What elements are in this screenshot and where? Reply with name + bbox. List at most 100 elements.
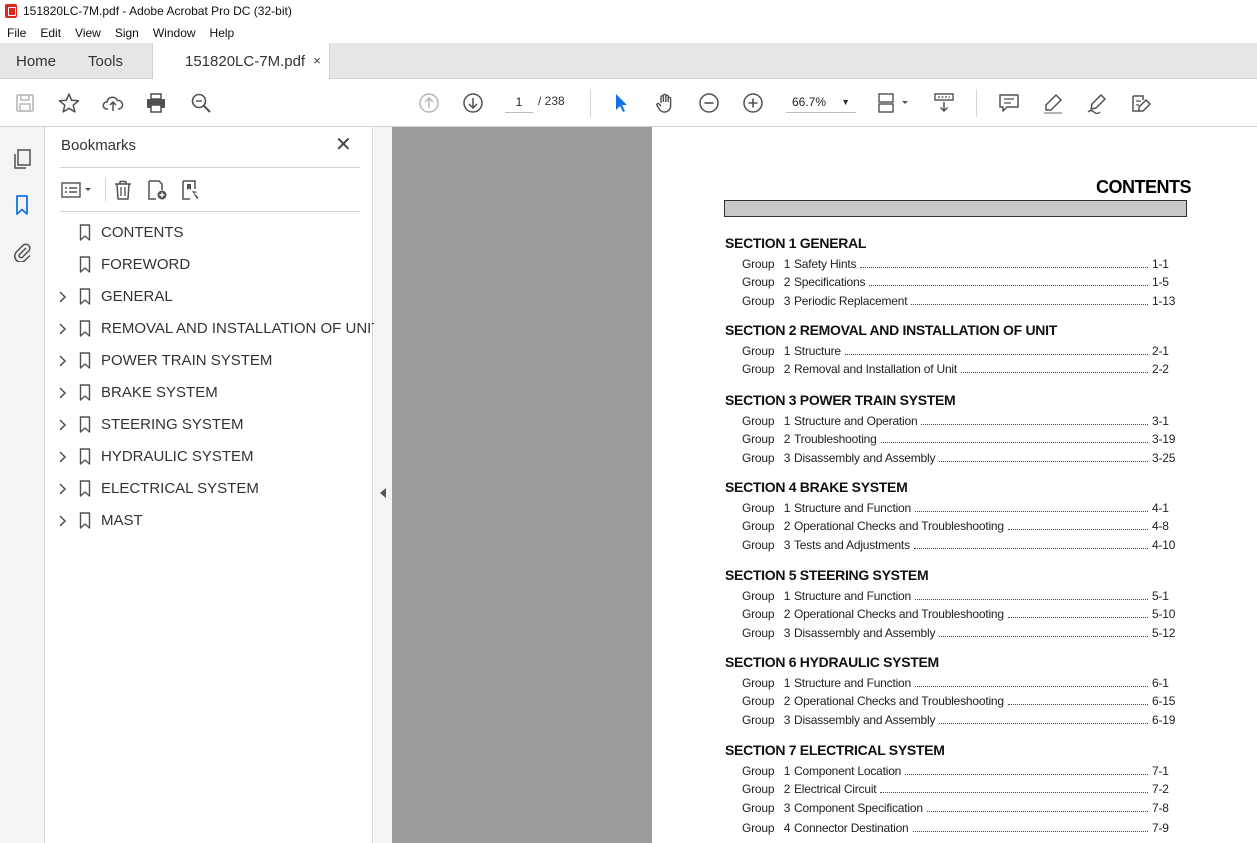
leader-dots — [880, 792, 1148, 794]
edit-pdf-icon[interactable] — [1129, 91, 1153, 115]
bookmark-label: MAST — [101, 512, 143, 529]
chevron-right-icon[interactable] — [58, 481, 68, 497]
bookmark-item[interactable]: POWER TRAIN SYSTEM — [45, 347, 373, 375]
contents-entry[interactable]: Group 3 Component Specification 7-8 — [742, 801, 1182, 815]
leader-dots — [915, 686, 1148, 687]
zoom-in-icon[interactable] — [741, 91, 765, 115]
scroll-mode-icon[interactable] — [932, 91, 956, 115]
group-label: Group 3 — [742, 450, 791, 465]
group-page: 6-19 — [1152, 712, 1176, 727]
zoom-out-icon[interactable] — [697, 91, 721, 115]
group-name: Operational Checks and Troubleshooting — [794, 519, 1004, 534]
menu-help[interactable]: Help — [210, 26, 235, 40]
contents-entry[interactable]: Group 3 Disassembly and Assembly 6-19 — [742, 713, 1182, 727]
page-fit-icon[interactable] — [876, 91, 910, 115]
contents-entry[interactable]: Group 2 Operational Checks and Troublesho… — [742, 607, 1182, 621]
chevron-right-icon[interactable] — [58, 289, 68, 305]
chevron-right-icon[interactable] — [58, 417, 68, 433]
comment-icon[interactable] — [997, 91, 1021, 115]
tab-home[interactable]: Home — [16, 43, 56, 79]
chevron-right-icon[interactable] — [58, 353, 68, 369]
contents-entry[interactable]: Group 1 Structure and Operation 3-1 — [742, 414, 1182, 428]
zoom-level-select[interactable]: 66.7% ▼ — [786, 91, 856, 113]
menu-sign[interactable]: Sign — [115, 26, 139, 40]
hand-icon[interactable] — [653, 91, 677, 115]
group-label: Group 1 — [742, 501, 791, 515]
group-page: 4-1 — [1152, 501, 1169, 515]
page-number-input[interactable]: 1 — [505, 91, 533, 113]
menu-view[interactable]: View — [75, 26, 101, 40]
bookmark-icon — [79, 256, 91, 273]
bookmark-item[interactable]: HYDRAULIC SYSTEM — [45, 443, 373, 471]
contents-entry[interactable]: Group 3 Disassembly and Assembly 3-25 — [742, 451, 1182, 465]
find-bookmark-icon[interactable] — [180, 178, 202, 202]
bookmark-item[interactable]: FOREWORD — [45, 251, 373, 279]
chevron-right-icon[interactable] — [58, 513, 68, 529]
print-icon[interactable] — [144, 91, 168, 115]
tab-close-icon[interactable]: × — [313, 53, 321, 68]
leader-dots — [869, 285, 1148, 287]
contents-entry[interactable]: Group 3 Tests and Adjustments 4-10 — [742, 538, 1182, 552]
bookmarks-panel-icon[interactable] — [10, 193, 34, 217]
page-thumbnails-icon[interactable] — [10, 147, 34, 171]
contents-entry[interactable]: Group 2 Troubleshooting 3-19 — [742, 432, 1182, 446]
next-page-icon[interactable] — [461, 91, 485, 115]
bookmark-options-icon[interactable] — [60, 178, 96, 202]
leader-dots — [926, 810, 1148, 812]
save-icon[interactable] — [13, 91, 37, 115]
upload-icon[interactable] — [101, 91, 125, 115]
group-name: Electrical Circuit — [794, 782, 877, 797]
bookmark-icon — [79, 384, 91, 401]
panel-collapse-handle[interactable] — [374, 127, 392, 843]
contents-entry[interactable]: Group 3 Disassembly and Assembly 5-12 — [742, 626, 1182, 640]
bookmark-item[interactable]: ELECTRICAL SYSTEM — [45, 475, 373, 503]
select-cursor-icon[interactable] — [609, 91, 633, 115]
contents-entry[interactable]: Group 2 Electrical Circuit 7-2 — [742, 782, 1182, 796]
contents-entry[interactable]: Group 1 Safety Hints 1-1 — [742, 257, 1182, 271]
attachments-icon[interactable] — [10, 239, 34, 263]
bookmark-item[interactable]: STEERING SYSTEM — [45, 411, 373, 439]
contents-entry[interactable]: Group 1 Structure 2-1 — [742, 344, 1182, 358]
contents-entry[interactable]: Group 2 Operational Checks and Troublesho… — [742, 694, 1182, 708]
contents-entry[interactable]: Group 2 Operational Checks and Troublesho… — [742, 519, 1182, 533]
prev-page-icon[interactable] — [417, 91, 441, 115]
contents-entry[interactable]: Group 1 Component Location 7-1 — [742, 764, 1182, 778]
section-heading: SECTION 4 BRAKE SYSTEM — [725, 479, 908, 495]
bookmark-item[interactable]: MAST — [45, 507, 373, 535]
chevron-right-icon[interactable] — [58, 449, 68, 465]
group-page: 4-8 — [1152, 519, 1169, 534]
toolbar: 1 / 238 66.7% ▼ — [0, 79, 1257, 127]
delete-bookmark-icon[interactable] — [112, 178, 134, 202]
leader-dots — [1007, 529, 1148, 531]
contents-entry[interactable]: Group 3 Periodic Replacement 1-13 — [742, 294, 1182, 308]
sign-icon[interactable] — [1085, 91, 1109, 115]
bookmark-item[interactable]: BRAKE SYSTEM — [45, 379, 373, 407]
close-icon[interactable]: ✕ — [335, 135, 352, 155]
collapse-arrow-icon[interactable] — [380, 488, 386, 498]
contents-entry[interactable]: Group 1 Structure and Function 4-1 — [742, 501, 1182, 515]
contents-entry[interactable]: Group 2 Specifications 1-5 — [742, 275, 1182, 289]
leader-dots — [880, 442, 1148, 444]
menu-window[interactable]: Window — [153, 26, 196, 40]
contents-entry[interactable]: Group 1 Structure and Function 6-1 — [742, 676, 1182, 690]
bookmark-item[interactable]: CONTENTS — [45, 219, 373, 247]
menu-file[interactable]: File — [7, 26, 26, 40]
chevron-right-icon[interactable] — [58, 385, 68, 401]
bookmark-label: HYDRAULIC SYSTEM — [101, 448, 254, 465]
chevron-right-icon[interactable] — [58, 321, 68, 337]
highlight-icon[interactable] — [1041, 91, 1065, 115]
search-zoom-icon[interactable] — [189, 91, 213, 115]
tab-document[interactable]: 151820LC-7M.pdf × — [152, 43, 330, 80]
contents-entry[interactable]: Group 1 Structure and Function 5-1 — [742, 589, 1182, 603]
bookmark-star-icon[interactable] — [57, 91, 81, 115]
menu-edit[interactable]: Edit — [40, 26, 61, 40]
bookmark-label: REMOVAL AND INSTALLATION OF UNIT — [101, 320, 381, 337]
tab-tools[interactable]: Tools — [88, 43, 123, 79]
contents-entry[interactable]: Group 4 Connector Destination 7-9 — [742, 821, 1182, 835]
bookmark-label: POWER TRAIN SYSTEM — [101, 352, 273, 369]
page-title: CONTENTS — [1096, 177, 1192, 197]
bookmark-item[interactable]: GENERAL — [45, 283, 373, 311]
contents-entry[interactable]: Group 2 Removal and Installation of Unit 2… — [742, 362, 1182, 376]
new-bookmark-icon[interactable] — [146, 178, 168, 202]
bookmark-item[interactable]: REMOVAL AND INSTALLATION OF UNIT — [45, 315, 381, 343]
